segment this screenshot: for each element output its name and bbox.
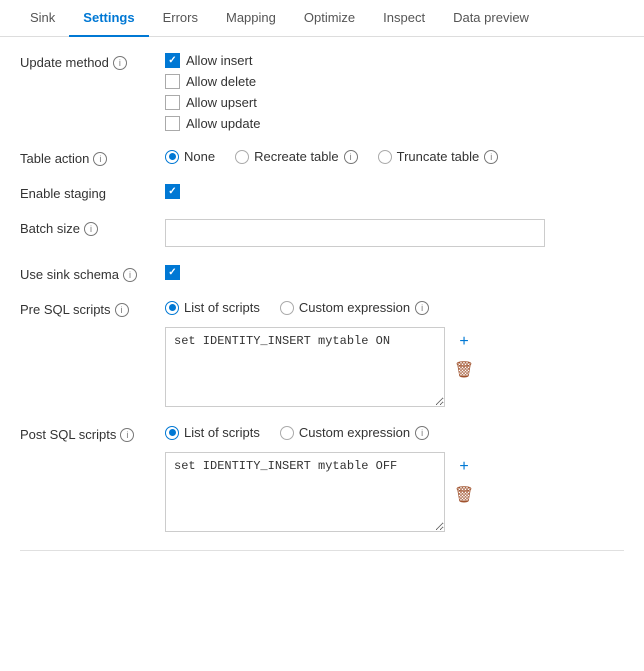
pre-sql-delete-button[interactable]: 🗑 (453, 359, 475, 381)
enable-staging-controls (165, 184, 624, 199)
pre-sql-textarea[interactable]: set IDENTITY_INSERT mytable ON (165, 327, 445, 407)
batch-size-controls (165, 219, 624, 247)
pre-sql-radio-group: List of scripts Custom expression i (165, 300, 624, 315)
pre-sql-scripts-info-icon[interactable]: i (115, 303, 129, 317)
use-sink-schema-checkbox-row (165, 265, 624, 280)
allow-upsert-row: Allow upsert (165, 95, 624, 110)
post-sql-textarea[interactable]: set IDENTITY_INSERT mytable OFF (165, 452, 445, 532)
update-method-info-icon[interactable]: i (113, 56, 127, 70)
table-action-truncate-radio[interactable] (378, 150, 392, 164)
allow-update-label: Allow update (186, 116, 260, 131)
tab-inspect[interactable]: Inspect (369, 0, 439, 37)
post-sql-list-label: List of scripts (184, 425, 260, 440)
post-sql-custom-expression[interactable]: Custom expression i (280, 425, 429, 440)
batch-size-row: Batch size i (20, 219, 624, 247)
post-sql-add-button[interactable]: + (453, 456, 475, 478)
table-action-label: Table action i (20, 149, 165, 166)
pre-sql-custom-radio[interactable] (280, 301, 294, 315)
tab-errors[interactable]: Errors (149, 0, 212, 37)
post-sql-list-of-scripts[interactable]: List of scripts (165, 425, 260, 440)
pre-sql-custom-expression[interactable]: Custom expression i (280, 300, 429, 315)
pre-sql-custom-info-icon[interactable]: i (415, 301, 429, 315)
update-method-label: Update method i (20, 53, 165, 70)
post-sql-script-block: set IDENTITY_INSERT mytable OFF + 🗑 (165, 452, 624, 532)
post-sql-delete-button[interactable]: 🗑 (453, 484, 475, 506)
post-sql-custom-radio[interactable] (280, 426, 294, 440)
allow-delete-checkbox[interactable] (165, 74, 180, 89)
table-action-none[interactable]: None (165, 149, 215, 164)
allow-update-checkbox[interactable] (165, 116, 180, 131)
table-action-none-label: None (184, 149, 215, 164)
update-method-row: Update method i Allow insert Allow delet… (20, 53, 624, 131)
table-action-row: Table action i None Recreate table i Tru… (20, 149, 624, 166)
table-action-recreate-radio[interactable] (235, 150, 249, 164)
use-sink-schema-info-icon[interactable]: i (123, 268, 137, 282)
pre-sql-scripts-label: Pre SQL scripts i (20, 300, 165, 317)
table-action-recreate-label: Recreate table (254, 149, 339, 164)
tab-bar: Sink Settings Errors Mapping Optimize In… (0, 0, 644, 37)
pre-sql-scripts-controls: List of scripts Custom expression i set … (165, 300, 624, 407)
table-action-truncate[interactable]: Truncate table i (378, 149, 499, 164)
allow-delete-row: Allow delete (165, 74, 624, 89)
pre-sql-custom-label: Custom expression (299, 300, 410, 315)
batch-size-input[interactable] (165, 219, 545, 247)
enable-staging-row: Enable staging (20, 184, 624, 201)
pre-sql-list-of-scripts[interactable]: List of scripts (165, 300, 260, 315)
post-sql-actions: + 🗑 (453, 452, 475, 506)
table-action-truncate-label: Truncate table (397, 149, 480, 164)
allow-insert-checkbox[interactable] (165, 53, 180, 68)
allow-update-row: Allow update (165, 116, 624, 131)
recreate-table-info-icon[interactable]: i (344, 150, 358, 164)
post-sql-list-radio[interactable] (165, 426, 179, 440)
enable-staging-label: Enable staging (20, 184, 165, 201)
tab-sink[interactable]: Sink (16, 0, 69, 37)
pre-sql-scripts-row: Pre SQL scripts i List of scripts Custom… (20, 300, 624, 407)
post-sql-radio-group: List of scripts Custom expression i (165, 425, 624, 440)
post-sql-scripts-info-icon[interactable]: i (120, 428, 134, 442)
pre-sql-list-label: List of scripts (184, 300, 260, 315)
post-sql-custom-info-icon[interactable]: i (415, 426, 429, 440)
pre-sql-actions: + 🗑 (453, 327, 475, 381)
use-sink-schema-checkbox[interactable] (165, 265, 180, 280)
tab-optimize[interactable]: Optimize (290, 0, 369, 37)
tab-data-preview[interactable]: Data preview (439, 0, 543, 37)
use-sink-schema-row: Use sink schema i (20, 265, 624, 282)
pre-sql-add-button[interactable]: + (453, 331, 475, 353)
truncate-table-info-icon[interactable]: i (484, 150, 498, 164)
table-action-controls: None Recreate table i Truncate table i (165, 149, 624, 164)
allow-upsert-checkbox[interactable] (165, 95, 180, 110)
allow-insert-label: Allow insert (186, 53, 252, 68)
update-method-controls: Allow insert Allow delete Allow upsert A… (165, 53, 624, 131)
table-action-radio-group: None Recreate table i Truncate table i (165, 149, 624, 164)
use-sink-schema-label: Use sink schema i (20, 265, 165, 282)
enable-staging-checkbox-row (165, 184, 624, 199)
post-sql-scripts-label: Post SQL scripts i (20, 425, 165, 442)
bottom-divider (20, 550, 624, 551)
settings-content: Update method i Allow insert Allow delet… (0, 37, 644, 575)
tab-mapping[interactable]: Mapping (212, 0, 290, 37)
table-action-info-icon[interactable]: i (93, 152, 107, 166)
use-sink-schema-controls (165, 265, 624, 280)
post-sql-scripts-row: Post SQL scripts i List of scripts Custo… (20, 425, 624, 532)
pre-sql-list-radio[interactable] (165, 301, 179, 315)
pre-sql-script-block: set IDENTITY_INSERT mytable ON + 🗑 (165, 327, 624, 407)
allow-insert-row: Allow insert (165, 53, 624, 68)
enable-staging-checkbox[interactable] (165, 184, 180, 199)
post-sql-scripts-controls: List of scripts Custom expression i set … (165, 425, 624, 532)
table-action-recreate[interactable]: Recreate table i (235, 149, 358, 164)
batch-size-label: Batch size i (20, 219, 165, 236)
table-action-none-radio[interactable] (165, 150, 179, 164)
post-sql-custom-label: Custom expression (299, 425, 410, 440)
tab-settings[interactable]: Settings (69, 0, 148, 37)
batch-size-info-icon[interactable]: i (84, 222, 98, 236)
allow-delete-label: Allow delete (186, 74, 256, 89)
allow-upsert-label: Allow upsert (186, 95, 257, 110)
